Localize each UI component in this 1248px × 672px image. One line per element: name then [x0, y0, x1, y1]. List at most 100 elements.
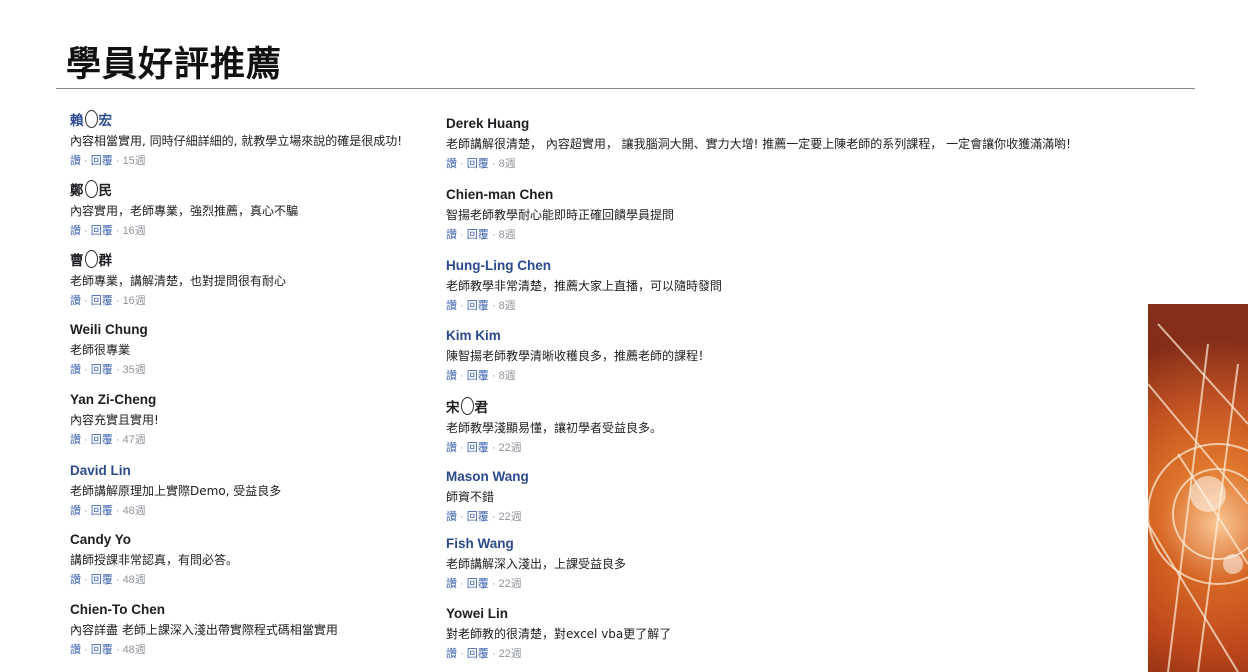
redaction-mask-icon	[84, 250, 98, 268]
like-link[interactable]: 讚	[446, 300, 457, 312]
meta-separator: ·	[488, 511, 499, 523]
comment-meta: 讚 · 回覆 · 8週	[446, 299, 1136, 313]
reply-link[interactable]: 回覆	[467, 158, 489, 170]
meta-separator: ·	[488, 578, 499, 590]
meta-separator: ·	[81, 364, 91, 376]
redaction-mask-icon	[84, 180, 98, 198]
like-link[interactable]: 讚	[446, 229, 457, 241]
comment-author[interactable]: Mason Wang	[446, 468, 1136, 485]
comment-timestamp[interactable]: 48週	[123, 574, 146, 586]
like-link[interactable]: 讚	[446, 648, 457, 660]
comment-timestamp[interactable]: 16週	[123, 225, 146, 237]
comment-meta: 讚 · 回覆 · 22週	[446, 577, 1136, 591]
meta-separator: ·	[81, 155, 91, 167]
comment-text: 老師講解很清楚， 內容超實用， 讓我腦洞大開、實力大增! 推薦一定要上陳老師的系…	[446, 137, 1071, 151]
reply-link[interactable]: 回覆	[91, 505, 113, 517]
comment-timestamp[interactable]: 35週	[123, 364, 146, 376]
reply-link[interactable]: 回覆	[467, 370, 489, 382]
reply-link[interactable]: 回覆	[91, 644, 113, 656]
meta-separator: ·	[457, 300, 467, 312]
comment-timestamp[interactable]: 48週	[123, 644, 146, 656]
like-link[interactable]: 讚	[70, 155, 81, 167]
comment-author[interactable]: Hung-Ling Chen	[446, 257, 1136, 274]
meta-separator: ·	[81, 434, 91, 446]
meta-separator: ·	[488, 648, 499, 660]
comment-timestamp[interactable]: 8週	[499, 229, 516, 241]
author-name-part: 宏	[98, 113, 113, 128]
like-link[interactable]: 讚	[70, 574, 81, 586]
author-name-part: 曹	[70, 253, 84, 268]
comment-author[interactable]: Kim Kim	[446, 327, 1136, 344]
comment-text: 陳智揚老師教學清晰收穫良多，推薦老師的課程！	[446, 349, 711, 363]
like-link[interactable]: 讚	[446, 158, 457, 170]
meta-separator: ·	[457, 648, 467, 660]
meta-separator: ·	[112, 364, 123, 376]
comment-item: Derek Huang 老師講解很清楚， 內容超實用， 讓我腦洞大開、實力大增! …	[446, 115, 1136, 171]
comment-timestamp[interactable]: 16週	[123, 295, 146, 307]
author-name-part: 民	[98, 183, 113, 198]
reply-link[interactable]: 回覆	[467, 442, 489, 454]
comment-timestamp[interactable]: 8週	[499, 158, 516, 170]
page-title: 學員好評推薦	[66, 45, 283, 85]
like-link[interactable]: 讚	[70, 295, 81, 307]
comment-author[interactable]: 宋君	[446, 397, 1136, 416]
meta-separator: ·	[112, 295, 123, 307]
comment-timestamp[interactable]: 22週	[499, 442, 522, 454]
comment-timestamp[interactable]: 22週	[499, 578, 522, 590]
comment-timestamp[interactable]: 8週	[499, 300, 516, 312]
reply-link[interactable]: 回覆	[91, 434, 113, 446]
meta-separator: ·	[457, 442, 467, 454]
comment-meta: 讚 · 回覆 · 8週	[446, 157, 1136, 171]
like-link[interactable]: 讚	[446, 442, 457, 454]
like-link[interactable]: 讚	[446, 578, 457, 590]
like-link[interactable]: 讚	[70, 434, 81, 446]
reply-link[interactable]: 回覆	[91, 225, 113, 237]
reply-link[interactable]: 回覆	[467, 648, 489, 660]
reply-link[interactable]: 回覆	[91, 155, 113, 167]
meta-separator: ·	[488, 158, 499, 170]
author-name-part: 君	[474, 400, 489, 415]
like-link[interactable]: 讚	[446, 511, 457, 523]
comment-meta: 讚 · 回覆 · 22週	[446, 510, 1136, 524]
comment-timestamp[interactable]: 48週	[123, 505, 146, 517]
reply-link[interactable]: 回覆	[91, 295, 113, 307]
meta-separator: ·	[112, 434, 123, 446]
meta-separator: ·	[81, 574, 91, 586]
comment-timestamp[interactable]: 8週	[499, 370, 516, 382]
reply-link[interactable]: 回覆	[467, 300, 489, 312]
meta-separator: ·	[81, 295, 91, 307]
reply-link[interactable]: 回覆	[91, 574, 113, 586]
meta-separator: ·	[112, 155, 123, 167]
comment-timestamp[interactable]: 22週	[499, 648, 522, 660]
comment-text: 老師講解深入淺出，上課受益良多	[446, 557, 627, 571]
meta-separator: ·	[81, 644, 91, 656]
comment-item: Hung-Ling Chen 老師教學非常清楚，推薦大家上直播，可以隨時發問讚 ·…	[446, 257, 1136, 313]
comment-item: 宋君老師教學淺顯易懂，讓初學者受益良多。讚 · 回覆 · 22週	[446, 397, 1136, 455]
comment-timestamp[interactable]: 47週	[123, 434, 146, 446]
comment-author[interactable]: Derek Huang	[446, 115, 1136, 132]
author-name-part: 宋	[446, 400, 460, 415]
reply-link[interactable]: 回覆	[467, 578, 489, 590]
comment-author[interactable]: Yowei Lin	[446, 605, 1136, 622]
like-link[interactable]: 讚	[70, 505, 81, 517]
reply-link[interactable]: 回覆	[91, 364, 113, 376]
meta-separator: ·	[488, 229, 499, 241]
meta-separator: ·	[457, 229, 467, 241]
like-link[interactable]: 讚	[70, 364, 81, 376]
like-link[interactable]: 讚	[70, 225, 81, 237]
comment-item: Yowei Lin 對老師教的很清楚，對excel vba更了解了讚 · 回覆 ·…	[446, 605, 1136, 661]
decorative-pattern	[1148, 323, 1248, 672]
comment-timestamp[interactable]: 22週	[499, 511, 522, 523]
meta-separator: ·	[112, 574, 123, 586]
comment-timestamp[interactable]: 15週	[123, 155, 146, 167]
reply-link[interactable]: 回覆	[467, 511, 489, 523]
meta-separator: ·	[457, 158, 467, 170]
author-name-part: 群	[98, 253, 113, 268]
reply-link[interactable]: 回覆	[467, 229, 489, 241]
redaction-mask-icon	[84, 110, 98, 128]
like-link[interactable]: 讚	[70, 644, 81, 656]
like-link[interactable]: 讚	[446, 370, 457, 382]
comment-author[interactable]: Chien-man Chen	[446, 186, 1136, 203]
decorative-banner-image	[1148, 304, 1248, 672]
comment-author[interactable]: Fish Wang	[446, 535, 1136, 552]
